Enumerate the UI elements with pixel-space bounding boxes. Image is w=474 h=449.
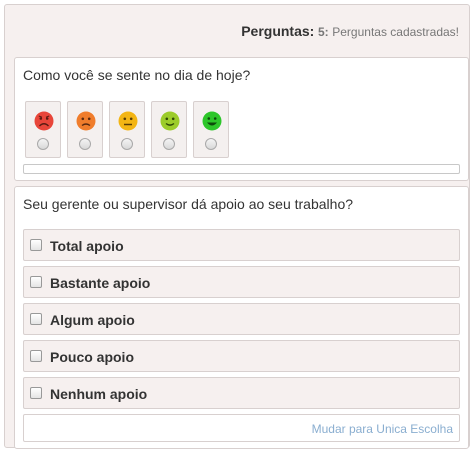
emoji-option-very-happy[interactable] [193, 101, 229, 158]
option-algum-apoio[interactable]: Algum apoio [23, 303, 460, 335]
header-description: Perguntas cadastradas! [332, 25, 459, 39]
mood-radio[interactable] [205, 138, 217, 150]
checkbox[interactable] [30, 387, 42, 399]
emoji-option-very-sad[interactable] [25, 101, 61, 158]
very-sad-face-icon [34, 111, 54, 131]
switch-to-single-choice-link[interactable]: Mudar para Unica Escolha [312, 422, 453, 436]
mood-radio[interactable] [37, 138, 49, 150]
option-total-apoio[interactable]: Total apoio [23, 229, 460, 261]
emoji-option-happy[interactable] [151, 101, 187, 158]
happy-face-icon [160, 111, 180, 131]
questions-header: Perguntas: 5: Perguntas cadastradas! [241, 23, 459, 39]
option-label: Algum apoio [50, 312, 135, 328]
very-happy-face-icon [202, 111, 222, 131]
checkbox[interactable] [30, 239, 42, 251]
question-text: Seu gerente ou supervisor dá apoio ao se… [23, 196, 354, 212]
mood-radio[interactable] [79, 138, 91, 150]
switch-mode-box: Mudar para Unica Escolha [23, 414, 460, 442]
mood-radio[interactable] [163, 138, 175, 150]
comment-field[interactable] [23, 164, 460, 174]
emoji-option-sad[interactable] [67, 101, 103, 158]
emoji-option-neutral[interactable] [109, 101, 145, 158]
checkbox[interactable] [30, 276, 42, 288]
sad-face-icon [76, 111, 96, 131]
checkbox[interactable] [30, 313, 42, 325]
neutral-face-icon [118, 111, 138, 131]
option-label: Total apoio [50, 238, 124, 254]
option-nenhum-apoio[interactable]: Nenhum apoio [23, 377, 460, 409]
option-pouco-apoio[interactable]: Pouco apoio [23, 340, 460, 372]
option-label: Pouco apoio [50, 349, 134, 365]
header-title: Perguntas: [241, 23, 315, 39]
option-bastante-apoio[interactable]: Bastante apoio [23, 266, 460, 298]
question-count: 5: [317, 25, 329, 39]
mood-radio[interactable] [121, 138, 133, 150]
checkbox[interactable] [30, 350, 42, 362]
question-card-support: Seu gerente ou supervisor dá apoio ao se… [14, 186, 469, 449]
question-text: Como você se sente no dia de hoje? [23, 67, 251, 83]
questions-panel: Perguntas: 5: Perguntas cadastradas! Com… [4, 4, 470, 449]
question-card-mood: Como você se sente no dia de hoje? [14, 57, 469, 181]
option-label: Nenhum apoio [50, 386, 148, 402]
option-label: Bastante apoio [50, 275, 151, 291]
